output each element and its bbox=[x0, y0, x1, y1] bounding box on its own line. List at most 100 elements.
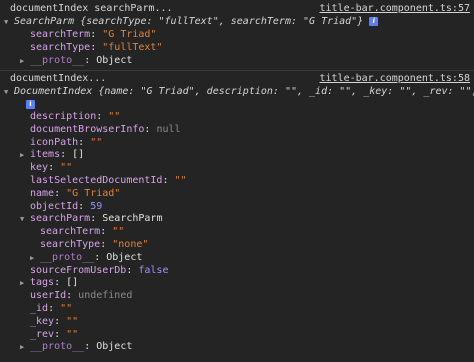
object-summary[interactable]: ▼ DocumentIndex {name: "G Triad", descrip… bbox=[4, 85, 474, 98]
property-separator: : bbox=[78, 136, 91, 148]
property-value: "" bbox=[66, 328, 79, 340]
property-separator: : bbox=[90, 29, 103, 40]
property-separator: : bbox=[84, 341, 97, 353]
property-value: "" bbox=[174, 175, 187, 186]
property-row: objectId: 59 bbox=[30, 200, 102, 213]
property-key: tags bbox=[30, 277, 55, 289]
property-value: undefined bbox=[78, 290, 133, 302]
property-separator: : bbox=[162, 175, 175, 186]
property-value: null bbox=[156, 123, 181, 135]
expand-triangle-icon[interactable]: ▶ bbox=[20, 149, 30, 162]
property-value: [] bbox=[66, 277, 79, 289]
property-key: __proto__ bbox=[40, 251, 95, 263]
property-value: "" bbox=[90, 136, 103, 148]
property-value: "" bbox=[108, 111, 121, 122]
property-value: "" bbox=[60, 303, 73, 314]
property-row[interactable]: ▶ tags: [] bbox=[20, 276, 78, 289]
property-key: _rev bbox=[30, 328, 55, 340]
property-key: searchType bbox=[40, 239, 101, 250]
source-link[interactable]: title-bar.component.ts:58 bbox=[319, 72, 470, 85]
property-key: iconPath bbox=[30, 136, 79, 148]
property-value: "G Triad" bbox=[66, 187, 121, 199]
property-key: documentBrowserInfo bbox=[30, 123, 145, 135]
proto-row[interactable]: ▶ __proto__: Object bbox=[30, 251, 142, 264]
property-value: "none" bbox=[112, 239, 149, 250]
property-key: description bbox=[30, 111, 97, 122]
property-row: searchType: "fullText" bbox=[30, 41, 162, 54]
property-separator: : bbox=[84, 55, 97, 66]
property-key: userId bbox=[30, 290, 67, 302]
property-value: 59 bbox=[90, 200, 103, 212]
info-icon[interactable]: i bbox=[26, 99, 35, 109]
property-row[interactable]: ▶ items: [] bbox=[20, 148, 84, 161]
property-key: key bbox=[30, 162, 49, 174]
log-message: documentIndex searchParm... bbox=[10, 3, 173, 14]
property-value: [] bbox=[72, 149, 85, 161]
property-separator: : bbox=[100, 239, 113, 250]
property-separator: : bbox=[48, 162, 61, 174]
property-row: sourceFromUserDb: false bbox=[30, 264, 168, 277]
property-row: _id: "" bbox=[30, 302, 72, 315]
property-value: Object bbox=[106, 251, 143, 263]
property-row: key: "" bbox=[30, 161, 72, 174]
property-key: searchParm bbox=[30, 213, 91, 225]
property-key: __proto__ bbox=[30, 55, 85, 66]
property-separator: : bbox=[144, 123, 157, 135]
property-row: description: "" bbox=[30, 110, 120, 123]
property-value: "" bbox=[60, 162, 73, 174]
object-label: SearchParm bbox=[14, 16, 75, 27]
property-key: name bbox=[30, 187, 55, 199]
collapse-triangle-icon[interactable]: ▼ bbox=[4, 86, 14, 99]
proto-row[interactable]: ▶ __proto__: Object bbox=[20, 54, 132, 67]
property-row: name: "G Triad" bbox=[30, 187, 120, 200]
property-key: searchType bbox=[30, 42, 91, 53]
property-separator: : bbox=[54, 315, 67, 327]
collapse-triangle-icon[interactable]: ▼ bbox=[4, 16, 14, 29]
proto-row[interactable]: ▶ __proto__: Object bbox=[20, 340, 132, 353]
property-value: "" bbox=[112, 226, 125, 238]
expand-triangle-icon[interactable]: ▶ bbox=[20, 341, 30, 354]
property-separator: : bbox=[48, 303, 61, 314]
property-value: "" bbox=[66, 315, 79, 327]
property-value: false bbox=[138, 264, 169, 276]
object-label: DocumentIndex bbox=[14, 86, 93, 97]
source-link[interactable]: title-bar.component.ts:57 bbox=[319, 2, 470, 15]
log-message: documentIndex... bbox=[10, 73, 107, 84]
property-key: items bbox=[30, 149, 61, 161]
object-preview: {name: "G Triad", description: "", _id: … bbox=[98, 86, 474, 97]
property-value: Object bbox=[96, 341, 133, 353]
property-separator: : bbox=[78, 200, 91, 212]
property-row: documentBrowserInfo: null bbox=[30, 123, 181, 136]
property-separator: : bbox=[54, 277, 67, 289]
property-separator: : bbox=[60, 149, 73, 161]
object-preview: {searchType: "fullText", searchTerm: "G … bbox=[80, 16, 364, 27]
expand-triangle-icon[interactable]: ▶ bbox=[20, 55, 30, 68]
property-row: searchTerm: "G Triad" bbox=[30, 28, 156, 41]
property-row: userId: undefined bbox=[30, 289, 132, 302]
console-entry-2: documentIndex... title-bar.component.ts:… bbox=[0, 70, 474, 362]
property-key: searchTerm bbox=[30, 29, 91, 40]
property-key: objectId bbox=[30, 200, 79, 212]
collapse-triangle-icon[interactable]: ▼ bbox=[20, 213, 30, 226]
info-icon[interactable]: i bbox=[369, 16, 379, 26]
console-entry-1: documentIndex searchParm... title-bar.co… bbox=[0, 0, 474, 70]
property-separator: : bbox=[94, 251, 107, 263]
property-row: iconPath: "" bbox=[30, 136, 102, 149]
property-separator: : bbox=[90, 213, 103, 225]
expand-triangle-icon[interactable]: ▶ bbox=[20, 277, 30, 290]
property-separator: : bbox=[126, 264, 139, 276]
property-row: lastSelectedDocumentId: "" bbox=[30, 174, 187, 187]
property-row: _rev: "" bbox=[30, 328, 78, 341]
property-row: searchType: "none" bbox=[40, 238, 148, 251]
property-value: "G Triad" bbox=[102, 29, 157, 40]
property-row[interactable]: ▼ searchParm: SearchParm bbox=[20, 212, 162, 225]
property-value: Object bbox=[96, 55, 133, 66]
property-separator: : bbox=[54, 187, 67, 199]
property-separator: : bbox=[54, 328, 67, 340]
object-summary[interactable]: ▼ SearchParm {searchType: "fullText", sea… bbox=[4, 15, 379, 29]
property-separator: : bbox=[66, 290, 79, 302]
property-key: searchTerm bbox=[40, 226, 101, 238]
property-row: searchTerm: "" bbox=[40, 225, 124, 238]
property-row: _key: "" bbox=[30, 315, 78, 328]
property-separator: : bbox=[90, 42, 103, 53]
